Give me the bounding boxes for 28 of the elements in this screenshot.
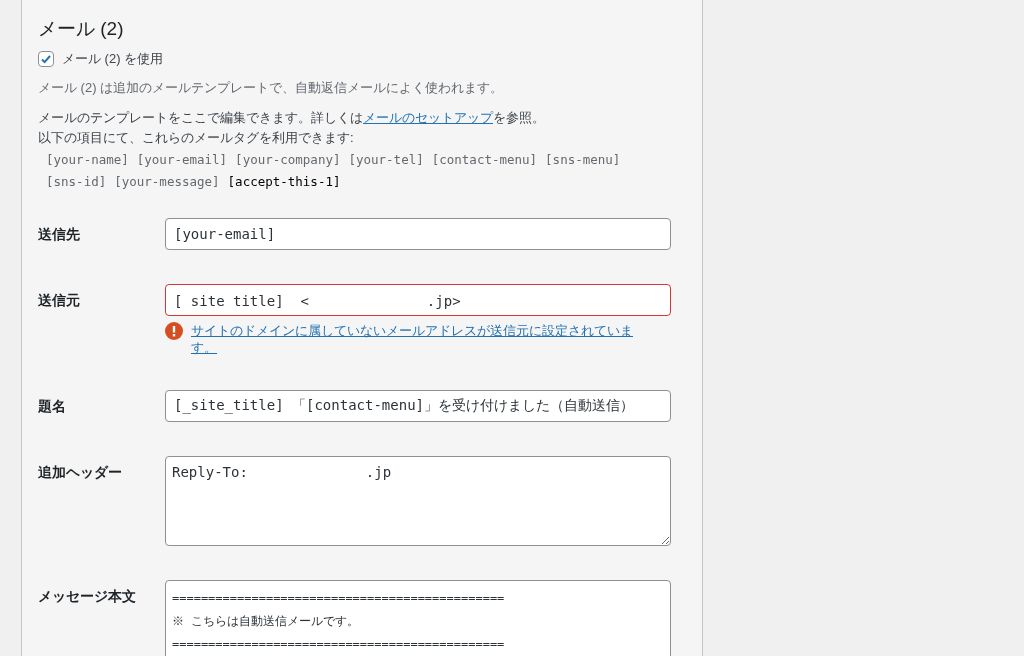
mail-tag: [your-company] (235, 150, 341, 170)
checkbox[interactable] (38, 51, 54, 67)
setup-link[interactable]: メールのセットアップ (363, 110, 493, 125)
text-area[interactable]: Reply-To: .jp (165, 456, 671, 546)
mail-tag: [contact-menu] (431, 150, 538, 170)
description-text: メール (2) は追加のメールテンプレートで、自動返信メールによく使われます。 (38, 79, 505, 97)
checkbox-label: メール (2) を使用 (62, 50, 164, 68)
mail-tag: [your-message] (114, 172, 220, 192)
mail-tag: [your-tel] (348, 150, 424, 170)
tags-intro-text: 以下の項目にて、これらのメールタグを利用できます: (38, 129, 355, 147)
error-icon (165, 322, 183, 340)
text-field[interactable]: [your-email] (165, 218, 671, 250)
mail-tag: [your-email] (136, 150, 228, 170)
field-label: メッセージ本文 (38, 588, 137, 606)
mail-tag: [sns-id] (46, 172, 107, 192)
field-label: 追加ヘッダー (38, 464, 123, 482)
section-title: メール (2) (38, 17, 125, 41)
mail-tag: [sns-menu] (545, 150, 621, 170)
help-text: メールのテンプレートをここで編集できます。詳しくはメールのセットアップを参照。 (38, 109, 546, 127)
text-area[interactable]: ============================================== ※ こちらは自動送信メールです。 ============================================== (165, 580, 671, 656)
text-field[interactable]: [_site_title] < .jp> (165, 284, 671, 316)
error-link[interactable]: サイトのドメインに属していないメールアドレスが送信元に設定されています。 (191, 322, 671, 356)
field-label: 題名 (38, 398, 67, 416)
field-label: 送信元 (38, 292, 81, 310)
text-field[interactable]: [_site_title] 「[contact-menu]」を受け付けました（自動送信） (165, 390, 671, 422)
mail-tag: [accept-this-1] (227, 172, 341, 192)
field-label: 送信先 (38, 226, 81, 244)
mail-tag: [your-name] (46, 150, 129, 170)
